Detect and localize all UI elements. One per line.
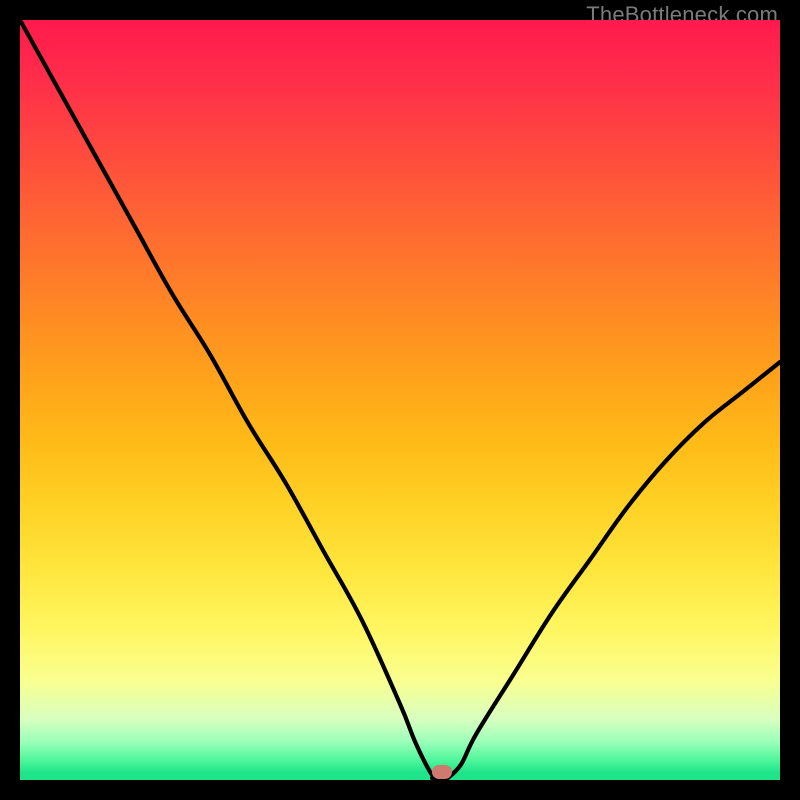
minimum-marker (432, 765, 452, 779)
chart-frame: TheBottleneck.com (0, 0, 800, 800)
bottleneck-curve (20, 20, 780, 780)
plot-area (20, 20, 780, 780)
